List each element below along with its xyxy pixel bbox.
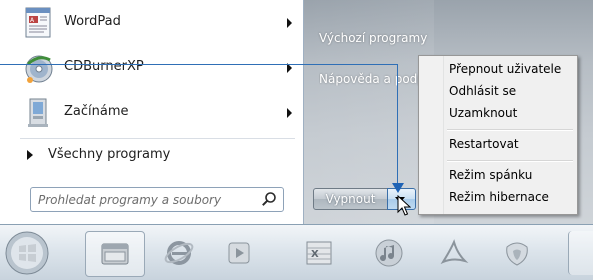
wordpad-icon: A xyxy=(24,7,54,39)
taskbar-app-button[interactable] xyxy=(488,231,546,275)
divider xyxy=(20,138,295,139)
menu-item-lock[interactable]: Uzamknout xyxy=(449,106,517,120)
menu-separator xyxy=(447,129,573,131)
excel-icon: X xyxy=(306,241,332,265)
menu-item-sleep[interactable]: Režim spánku xyxy=(449,168,532,182)
shutdown-button[interactable]: Vypnout xyxy=(313,188,388,210)
callout-line xyxy=(397,64,398,188)
search-input[interactable] xyxy=(36,191,255,209)
default-programs-link[interactable]: Výchozí programy xyxy=(319,31,427,45)
taskbar-itunes-button[interactable] xyxy=(360,231,418,275)
search-box[interactable] xyxy=(30,187,284,212)
menu-item-log-off[interactable]: Odhlásit se xyxy=(449,84,516,98)
taskbar-explorer-button[interactable] xyxy=(85,231,145,277)
cdburnerxp-icon xyxy=(24,52,54,84)
internet-explorer-icon xyxy=(164,241,194,265)
program-item-cdburnerxp[interactable]: CDBurnerXP xyxy=(10,49,298,87)
start-orb[interactable] xyxy=(4,230,50,276)
taskbar-media-player-button[interactable] xyxy=(210,231,268,275)
mouse-cursor-icon xyxy=(397,194,412,217)
program-item-getting-started[interactable]: Začínáme xyxy=(10,94,298,132)
menu-gutter xyxy=(419,56,444,214)
explorer-icon xyxy=(101,243,129,265)
chevron-right-icon xyxy=(27,150,33,160)
taskbar-internet-explorer-button[interactable] xyxy=(150,231,208,275)
taskbar-excel-button[interactable]: X xyxy=(290,231,348,275)
shutdown-options-menu: Přepnout uživatele Odhlásit se Uzamknout… xyxy=(418,55,578,215)
start-menu-programs-pane: A WordPad CDBurnerXP Začínáme Všechny pr… xyxy=(0,0,304,224)
program-label: CDBurnerXP xyxy=(64,59,144,74)
getting-started-icon xyxy=(24,97,54,129)
submenu-arrow-icon xyxy=(287,108,292,118)
menu-separator xyxy=(447,160,573,162)
search-icon[interactable] xyxy=(261,191,277,207)
program-label: Začínáme xyxy=(64,104,129,119)
callout-line xyxy=(0,64,398,65)
taskbar: X xyxy=(0,224,593,280)
all-programs-label: Všechny programy xyxy=(48,147,171,162)
itunes-icon xyxy=(375,239,403,267)
app-icon xyxy=(506,242,528,266)
program-item-wordpad[interactable]: A WordPad xyxy=(10,4,298,42)
menu-item-switch-user[interactable]: Přepnout uživatele xyxy=(449,62,561,76)
all-programs-button[interactable]: Všechny programy xyxy=(22,144,298,166)
callout-arrow-icon xyxy=(392,183,404,193)
menu-item-restart[interactable]: Restartovat xyxy=(449,137,519,151)
menu-item-hibernate[interactable]: Režim hibernace xyxy=(449,190,549,204)
taskbar-overflow-button[interactable] xyxy=(568,231,593,275)
submenu-arrow-icon xyxy=(287,18,292,28)
help-and-support-link[interactable]: Nápověda a podpora xyxy=(319,72,423,86)
program-label: WordPad xyxy=(64,14,121,29)
svg-text:X: X xyxy=(311,249,319,260)
media-player-icon xyxy=(228,242,250,264)
acrobat-icon xyxy=(440,239,469,265)
taskbar-acrobat-button[interactable] xyxy=(425,231,483,275)
